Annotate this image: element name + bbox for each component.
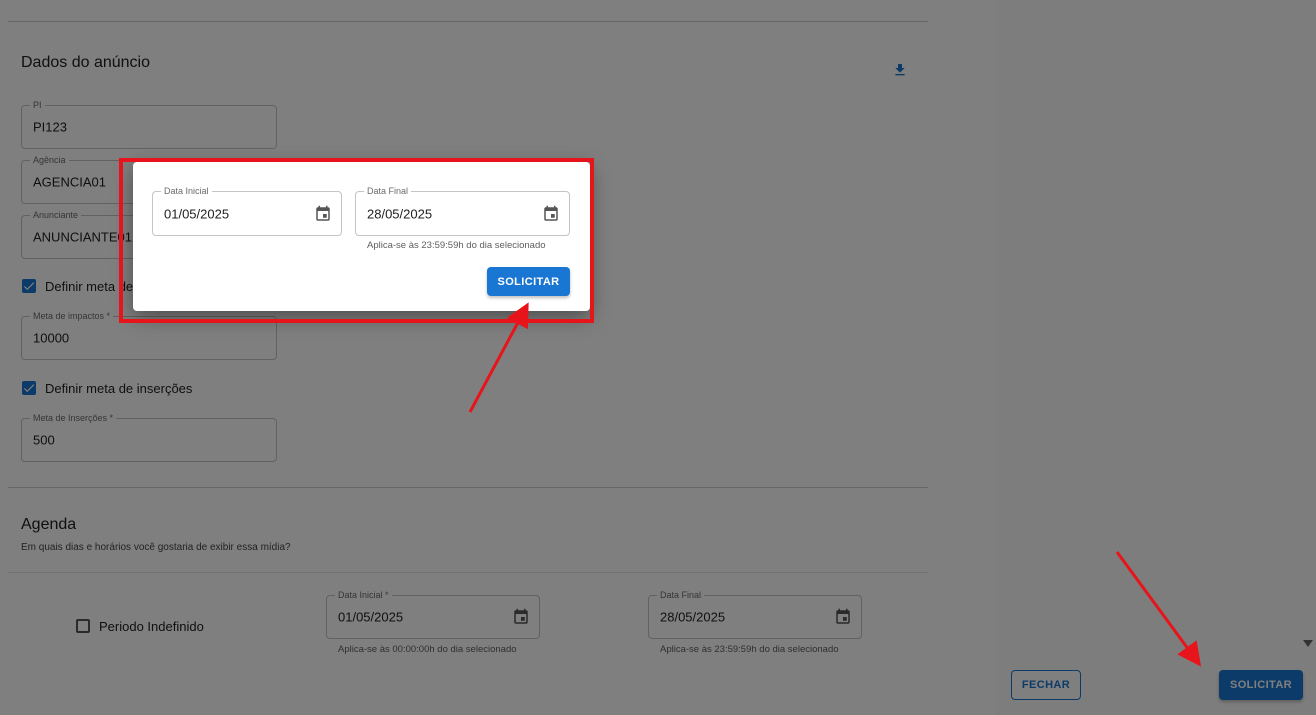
annotation-highlight-box — [119, 158, 594, 323]
modal-backdrop[interactable] — [0, 0, 1316, 715]
